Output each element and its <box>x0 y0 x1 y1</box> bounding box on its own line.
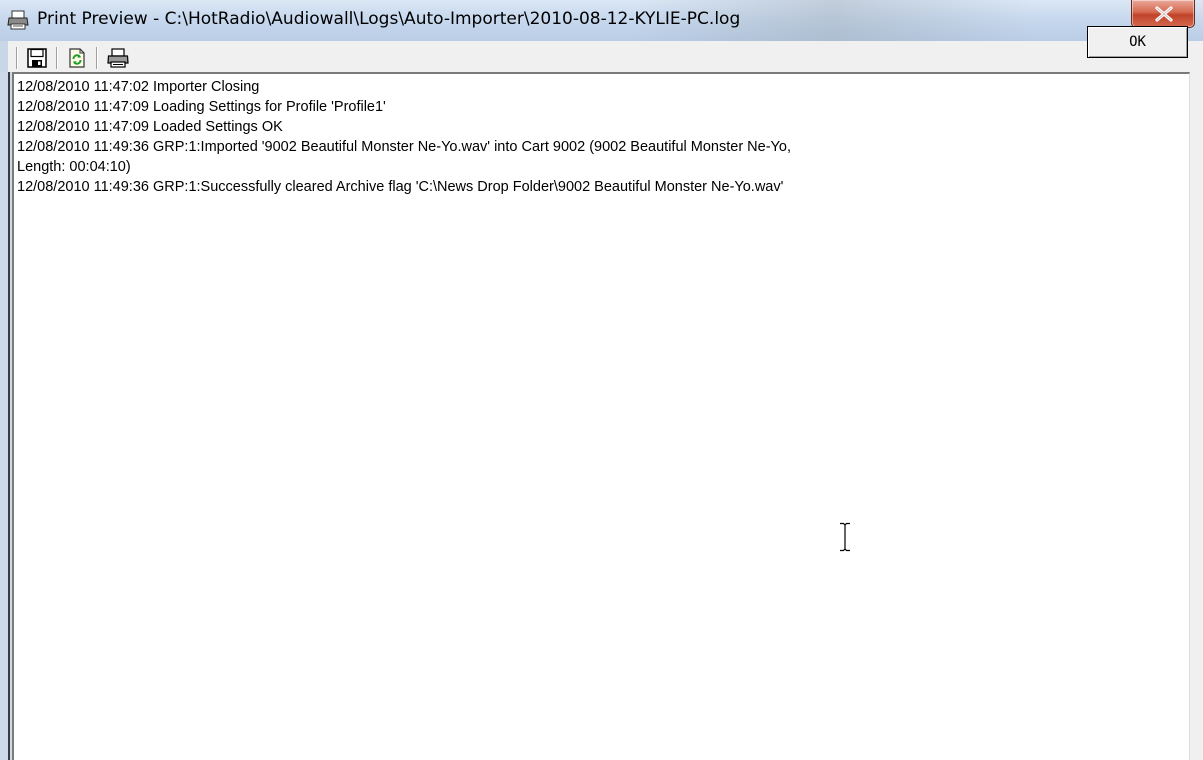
log-line: 12/08/2010 11:47:02 Importer Closing <box>17 79 260 95</box>
title-bar[interactable]: Print Preview - C:\HotRadio\Audiowall\Lo… <box>0 0 1203 41</box>
toolbar <box>8 41 1203 75</box>
log-line: 12/08/2010 11:49:36 GRP:1:Imported '9002… <box>17 139 791 155</box>
toolbar-separator <box>96 47 98 69</box>
printer-icon <box>7 10 29 30</box>
toolbar-separator <box>56 47 58 69</box>
preview-text-area[interactable]: 12/08/2010 11:47:02 Importer Closing 12/… <box>12 72 1190 760</box>
log-line: 12/08/2010 11:47:09 Loading Settings for… <box>17 99 386 115</box>
log-line: 12/08/2010 11:49:36 GRP:1:Successfully c… <box>17 179 784 195</box>
close-button[interactable] <box>1131 0 1195 28</box>
refresh-button[interactable] <box>64 46 90 70</box>
print-preview-window: Print Preview - C:\HotRadio\Audiowall\Lo… <box>0 0 1203 760</box>
log-line: 12/08/2010 11:47:09 Loaded Settings OK <box>17 119 283 135</box>
log-line: Length: 00:04:10) <box>17 159 131 175</box>
save-button[interactable] <box>24 46 50 70</box>
close-icon <box>1155 6 1173 22</box>
save-icon <box>27 48 47 68</box>
toolbar-separator <box>16 47 18 69</box>
ok-button[interactable]: OK <box>1087 26 1188 58</box>
printer-icon <box>107 48 129 68</box>
window-left-border <box>0 72 12 760</box>
left-border-line <box>8 72 10 760</box>
text-cursor-icon <box>840 522 850 552</box>
print-button[interactable] <box>104 46 130 70</box>
window-title: Print Preview - C:\HotRadio\Audiowall\Lo… <box>37 9 741 29</box>
refresh-icon <box>69 48 85 68</box>
